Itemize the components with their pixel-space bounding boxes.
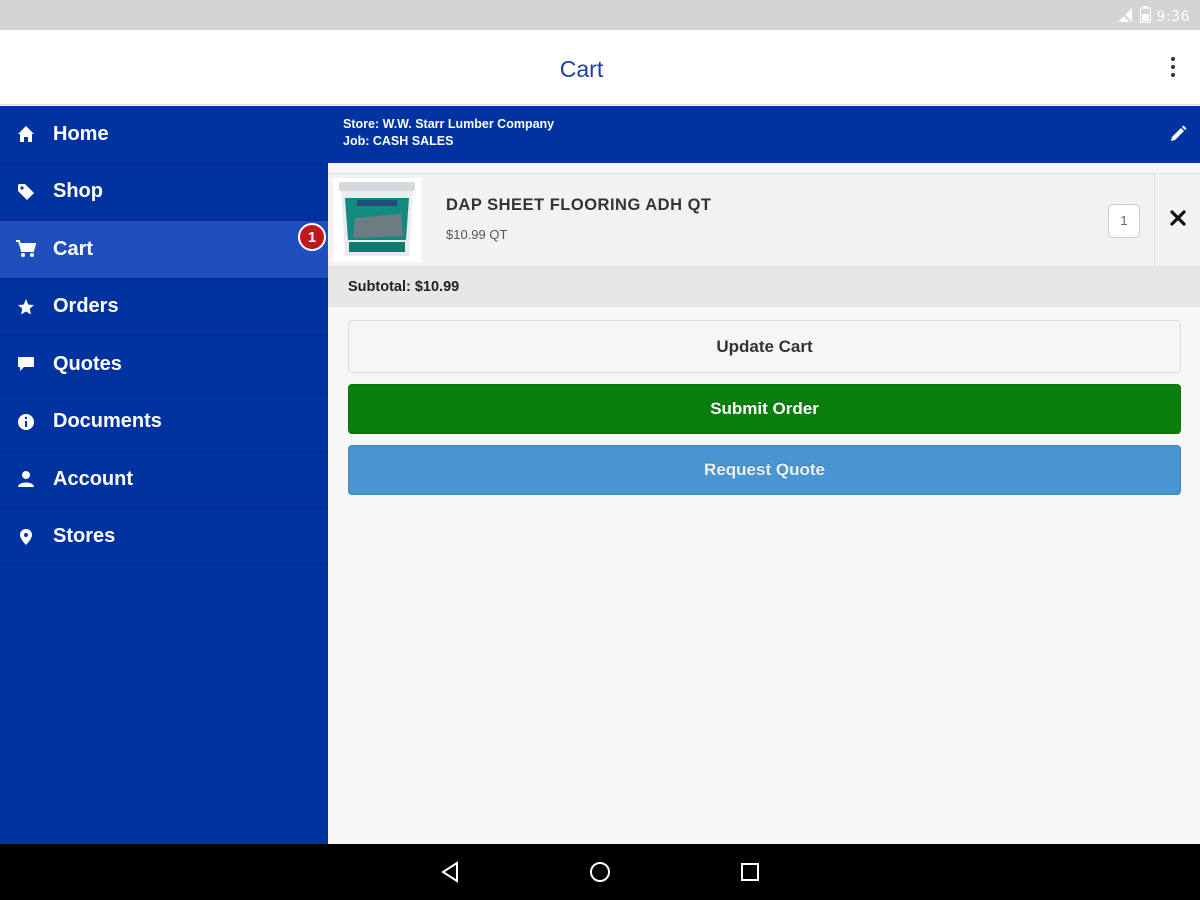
app-bar: Cart — [0, 30, 1200, 105]
product-price: $10.99 QT — [446, 227, 508, 242]
sidebar-item-stores[interactable]: Stores — [0, 509, 328, 566]
clock: 9:36 — [1156, 8, 1190, 25]
system-nav-bar — [0, 844, 1200, 900]
star-icon — [15, 296, 37, 318]
home-icon — [15, 123, 37, 145]
quantity-input[interactable]: 1 — [1108, 204, 1140, 238]
sidebar-item-documents[interactable]: Documents — [0, 394, 328, 451]
pencil-icon[interactable] — [1168, 124, 1188, 144]
submit-order-label: Submit Order — [710, 399, 819, 418]
sidebar-item-label: Cart — [53, 237, 94, 260]
sidebar-item-label: Documents — [53, 410, 162, 433]
sidebar: Home Shop Cart 1 Orders Quotes Documents — [0, 106, 328, 844]
back-icon[interactable] — [436, 858, 464, 886]
sidebar-item-shop[interactable]: Shop — [0, 164, 328, 221]
subtotal-text: Subtotal: $10.99 — [348, 279, 460, 295]
location-pin-icon — [15, 526, 37, 548]
submit-order-button[interactable]: Submit Order — [348, 384, 1181, 434]
remove-item-button[interactable] — [1154, 174, 1200, 266]
job-name: Job: CASH SALES — [343, 134, 454, 148]
close-icon — [1169, 209, 1186, 231]
recents-icon[interactable] — [736, 858, 764, 886]
cart-icon — [15, 238, 37, 260]
product-name: DAP SHEET FLOORING ADH QT — [446, 196, 712, 214]
list-item: DAP SHEET FLOORING ADH QT $10.99 QT 1 — [328, 173, 1200, 267]
product-image — [333, 178, 421, 262]
subtotal-bar: Subtotal: $10.99 — [328, 267, 1200, 307]
chat-icon — [15, 353, 37, 375]
store-info-bar: Store: W.W. Starr Lumber Company Job: CA… — [328, 106, 1200, 163]
status-bar: 9:36 — [0, 0, 1200, 30]
info-icon — [15, 411, 37, 433]
sidebar-item-label: Home — [53, 122, 109, 145]
cart-panel: Store: W.W. Starr Lumber Company Job: CA… — [328, 106, 1200, 844]
update-cart-button[interactable]: Update Cart — [348, 320, 1181, 373]
sidebar-item-label: Orders — [53, 295, 119, 318]
request-quote-label: Request Quote — [704, 460, 825, 479]
person-icon — [15, 468, 37, 490]
sidebar-item-home[interactable]: Home — [0, 106, 328, 164]
sidebar-item-orders[interactable]: Orders — [0, 279, 328, 336]
sidebar-item-label: Account — [53, 467, 133, 490]
request-quote-button[interactable]: Request Quote — [348, 445, 1181, 495]
sidebar-item-label: Shop — [53, 180, 103, 203]
status-icons: 9:36 — [1116, 6, 1190, 27]
sidebar-item-label: Stores — [53, 525, 116, 548]
sidebar-item-label: Quotes — [53, 352, 122, 375]
store-name: Store: W.W. Starr Lumber Company — [343, 117, 555, 131]
cart-count-badge: 1 — [298, 223, 326, 251]
update-cart-label: Update Cart — [716, 336, 813, 356]
home-circle-icon[interactable] — [586, 858, 614, 886]
sidebar-item-account[interactable]: Account — [0, 451, 328, 509]
tag-icon — [15, 181, 37, 203]
battery-icon — [1139, 6, 1151, 27]
signal-icon — [1116, 7, 1134, 27]
overflow-menu-icon[interactable] — [1168, 54, 1178, 80]
sidebar-item-quotes[interactable]: Quotes — [0, 336, 328, 394]
sidebar-item-cart[interactable]: Cart 1 — [0, 221, 328, 279]
page-title: Cart — [559, 56, 604, 82]
